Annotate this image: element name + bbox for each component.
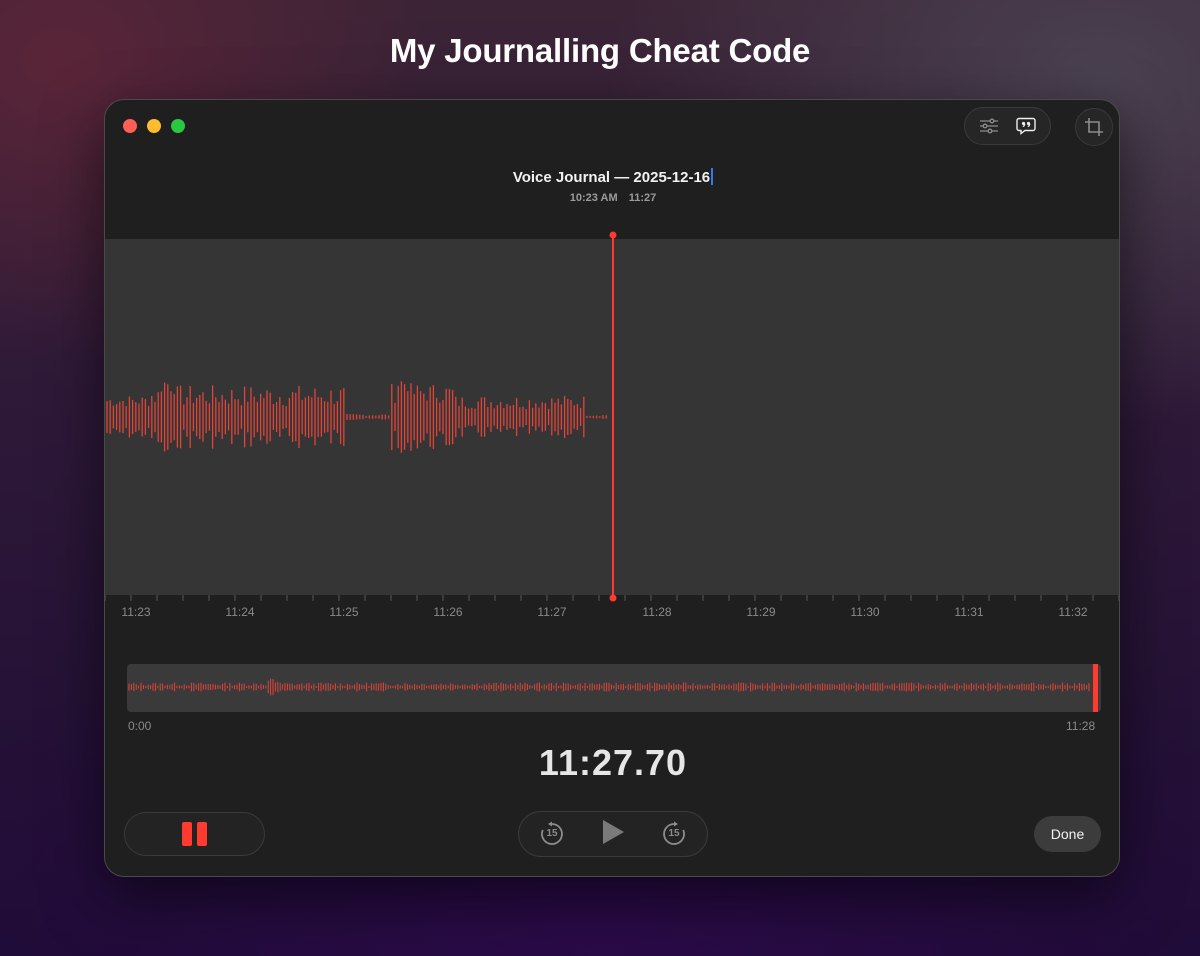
recording-title[interactable]: Voice Journal — 2025-12-16 bbox=[105, 168, 1119, 186]
transcript-button[interactable] bbox=[1009, 111, 1043, 141]
playhead[interactable] bbox=[603, 230, 623, 602]
play-icon bbox=[603, 819, 624, 844]
quote-bubble-icon bbox=[1016, 117, 1036, 135]
tick-label: 11:28 bbox=[642, 605, 672, 619]
elapsed-timer: 11:27.70 bbox=[538, 742, 688, 783]
play-button[interactable] bbox=[600, 818, 626, 851]
tick-label: 11:30 bbox=[850, 605, 880, 619]
timeline-ruler: 11:23 11:24 11:25 11:26 11:27 11:28 11:2… bbox=[105, 595, 1119, 625]
options-button[interactable] bbox=[972, 111, 1006, 141]
tick-label: 11:29 bbox=[746, 605, 776, 619]
recording-time-of-day: 10:23 AM bbox=[569, 192, 618, 204]
overview-waveform bbox=[128, 678, 1090, 696]
recording-meta: 10:23 AM 11:27 bbox=[105, 192, 1119, 204]
pause-button[interactable] bbox=[124, 812, 265, 856]
voice-memos-window: Voice Journal — 2025-12-16 10:23 AM 11:2… bbox=[104, 99, 1120, 877]
done-button[interactable]: Done bbox=[1034, 816, 1101, 852]
tick-label: 11:26 bbox=[433, 605, 463, 619]
sliders-icon bbox=[980, 118, 999, 134]
overview-position-handle[interactable] bbox=[1093, 664, 1098, 712]
text-cursor bbox=[711, 168, 714, 185]
tick-label: 11:31 bbox=[954, 605, 984, 619]
overview-start-label: 0:00 bbox=[128, 719, 152, 733]
skip-back-label: 15 bbox=[546, 828, 558, 839]
skip-back-button[interactable]: 15 bbox=[539, 821, 565, 847]
tick-label: 11:23 bbox=[121, 605, 151, 619]
crop-button[interactable] bbox=[1075, 108, 1113, 146]
playback-controls: 15 15 bbox=[518, 811, 708, 857]
ruler-ticks bbox=[105, 595, 1119, 601]
skip-forward-button[interactable]: 15 bbox=[661, 821, 687, 847]
minimize-window-button[interactable] bbox=[147, 119, 161, 133]
toolbar-group bbox=[964, 107, 1051, 145]
overview-end-label: 11:28 bbox=[1066, 719, 1096, 733]
crop-icon bbox=[1085, 118, 1103, 136]
zoom-window-button[interactable] bbox=[171, 119, 185, 133]
tick-label: 11:24 bbox=[225, 605, 255, 619]
page-headline: My Journalling Cheat Code bbox=[389, 32, 811, 69]
recording-title-text: Voice Journal — 2025-12-16 bbox=[512, 169, 711, 186]
tick-label: 11:25 bbox=[329, 605, 359, 619]
tick-label: 11:27 bbox=[537, 605, 567, 619]
window-controls bbox=[123, 119, 185, 133]
tick-label: 11:32 bbox=[1058, 605, 1088, 619]
overview-scrubber[interactable] bbox=[127, 664, 1101, 712]
skip-forward-label: 15 bbox=[668, 828, 680, 839]
recording-duration: 11:27 bbox=[628, 192, 657, 204]
close-window-button[interactable] bbox=[123, 119, 137, 133]
pause-icon bbox=[182, 822, 207, 846]
